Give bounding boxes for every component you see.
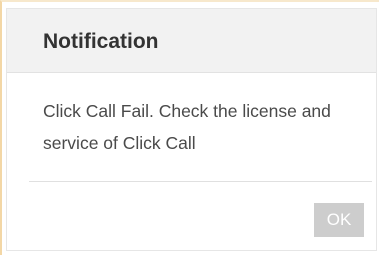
dialog-header: Notification [7,9,376,73]
notification-dialog: Notification Click Call Fail. Check the … [6,8,377,251]
ok-button[interactable]: OK [314,203,364,237]
window-frame: Notification Click Call Fail. Check the … [0,0,379,255]
dialog-divider [29,181,372,182]
dialog-message: Click Call Fail. Check the license and s… [43,101,331,153]
dialog-title: Notification [43,30,159,53]
